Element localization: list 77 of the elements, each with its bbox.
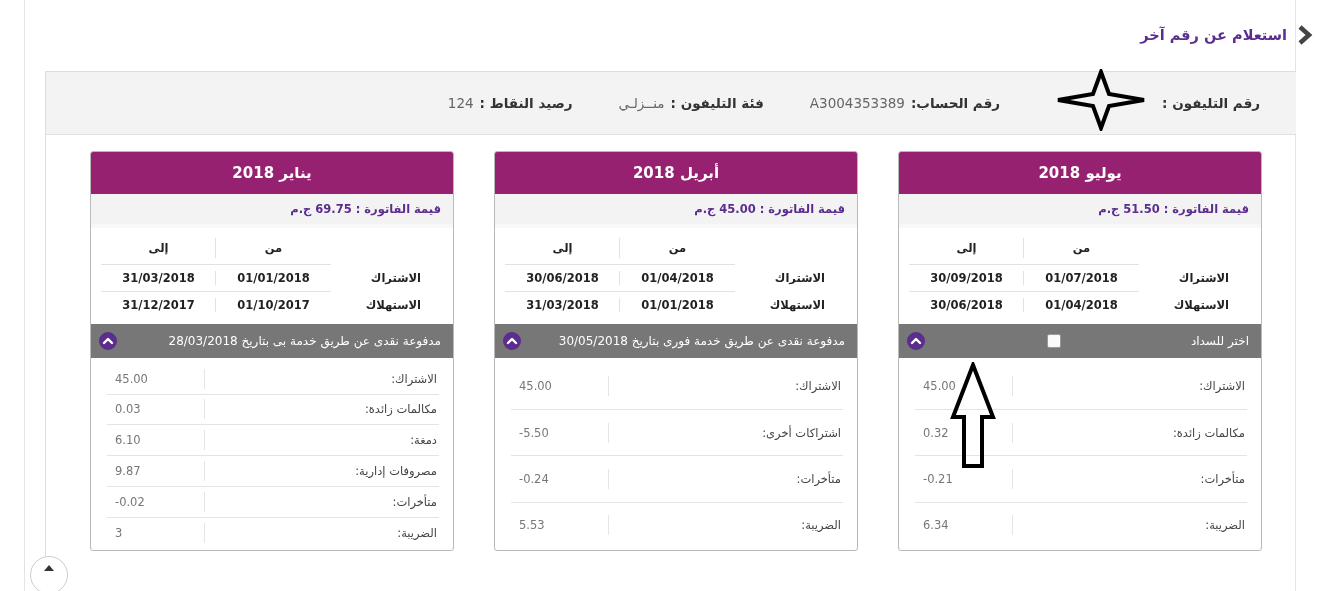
date-cell: 01/07/2018: [1024, 265, 1139, 292]
chevron-up-icon[interactable]: [907, 331, 925, 350]
charge-label: متأخرات:: [1199, 471, 1246, 486]
pay-label: اختر للسداد: [1190, 333, 1249, 348]
charge-value: 45.00: [915, 376, 1013, 397]
charge-value: 6.34: [915, 515, 1013, 536]
charge-label: متأخرات:: [795, 471, 842, 486]
charge-label: الاشتراك:: [390, 371, 438, 386]
info-label: رقم الحساب:: [910, 95, 1001, 111]
charge-value: -0.02: [107, 492, 205, 513]
charge-label: الاشتراك:: [794, 379, 842, 394]
charge-label: اشتراكات أخرى:: [761, 425, 842, 440]
charge-value: 5.53: [511, 515, 609, 536]
date-cell: 30/06/2018: [505, 265, 620, 292]
period-label: الاشتراك: [369, 270, 422, 287]
charge-value: -0.21: [915, 468, 1013, 489]
period-label: الاستهلاك: [768, 297, 826, 314]
month-title: يوليو 2018: [899, 152, 1261, 194]
month-title: أبريل 2018: [495, 152, 857, 194]
chevron-up-icon[interactable]: [503, 331, 521, 350]
star-annotation-icon: [1055, 69, 1147, 131]
charge-label: مصروفات إدارية:: [354, 464, 438, 479]
column-header: من: [620, 232, 735, 265]
charge-label: متأخرات:: [391, 495, 438, 510]
date-cell-text: 01/01/2018: [640, 297, 715, 314]
caret-up-icon: [44, 565, 54, 571]
charge-value: 0.03: [107, 399, 205, 420]
info-value: منــزلـي: [618, 95, 665, 111]
charge-label: دمغة:: [409, 433, 438, 448]
charge-value: 9.87: [107, 461, 205, 482]
payment-status: مدفوعة نقدى عن طريق خدمة بى بتاريخ 28/03/2018: [167, 333, 441, 348]
info-label: رقم التليفون :: [1162, 95, 1260, 111]
charge-label: مكالمات زائدة:: [1171, 425, 1246, 440]
column-header: إلى: [909, 232, 1024, 265]
date-cell: 01/01/2018: [216, 265, 331, 292]
period-label: الاشتراك: [1177, 270, 1230, 287]
info-value: 124: [447, 95, 474, 111]
charge-value: -0.24: [511, 468, 609, 489]
period-label: الاستهلاك: [364, 297, 422, 314]
month-title: يناير 2018: [91, 152, 453, 194]
charge-value: -5.50: [511, 422, 609, 443]
payment-status: مدفوعة نقدى عن طريق خدمة فورى بتاريخ 30/05/2018: [557, 333, 845, 348]
back-link[interactable]: استعلام عن رقم آخر: [1140, 27, 1287, 43]
column-header: إلى: [505, 232, 620, 265]
charge-value: 0.32: [915, 422, 1013, 443]
date-cell: 30/06/2018: [909, 292, 1024, 318]
date-cell: 31/12/2017: [101, 292, 216, 318]
charge-label: مكالمات زائدة:: [363, 402, 438, 417]
charge-value: 6.10: [107, 430, 205, 451]
date-cell: 30/09/2018: [909, 265, 1024, 292]
charge-value: 45.00: [107, 368, 205, 389]
chevron-up-icon[interactable]: [99, 331, 117, 350]
chevron-right-icon[interactable]: [1297, 24, 1313, 46]
info-label: فئة التليفون :: [670, 95, 764, 111]
bill-amount: قيمة الفاتورة : 69.75 ج.م: [91, 194, 453, 228]
info-value: A3004353389: [809, 95, 905, 111]
info-label: رصيد النقاط :: [479, 95, 573, 111]
bill-amount: قيمة الفاتورة : 51.50 ج.م: [899, 194, 1261, 228]
charge-value: 45.00: [511, 376, 609, 397]
date-cell-text: 01/04/2018: [1044, 297, 1119, 314]
date-cell: 31/03/2018: [101, 265, 216, 292]
charge-label: الاشتراك:: [1198, 379, 1246, 394]
column-header: من: [216, 232, 331, 265]
scroll-top-button[interactable]: [30, 556, 68, 591]
column-header: إلى: [101, 232, 216, 265]
period-label: الاستهلاك: [1172, 297, 1230, 314]
bill-amount: قيمة الفاتورة : 45.00 ج.م: [495, 194, 857, 228]
checkbox[interactable]: [1046, 333, 1061, 348]
charge-label: الضريبة:: [800, 518, 842, 533]
column-header: من: [1024, 232, 1139, 265]
date-cell-text: 01/10/2017: [236, 297, 311, 314]
date-cell: 01/04/2018: [620, 265, 735, 292]
charge-label: الضريبة:: [396, 526, 438, 541]
period-label: الاشتراك: [773, 270, 826, 287]
charge-label: الضريبة:: [1204, 518, 1246, 533]
date-cell: 31/03/2018: [505, 292, 620, 318]
charge-value: 3: [107, 523, 205, 544]
